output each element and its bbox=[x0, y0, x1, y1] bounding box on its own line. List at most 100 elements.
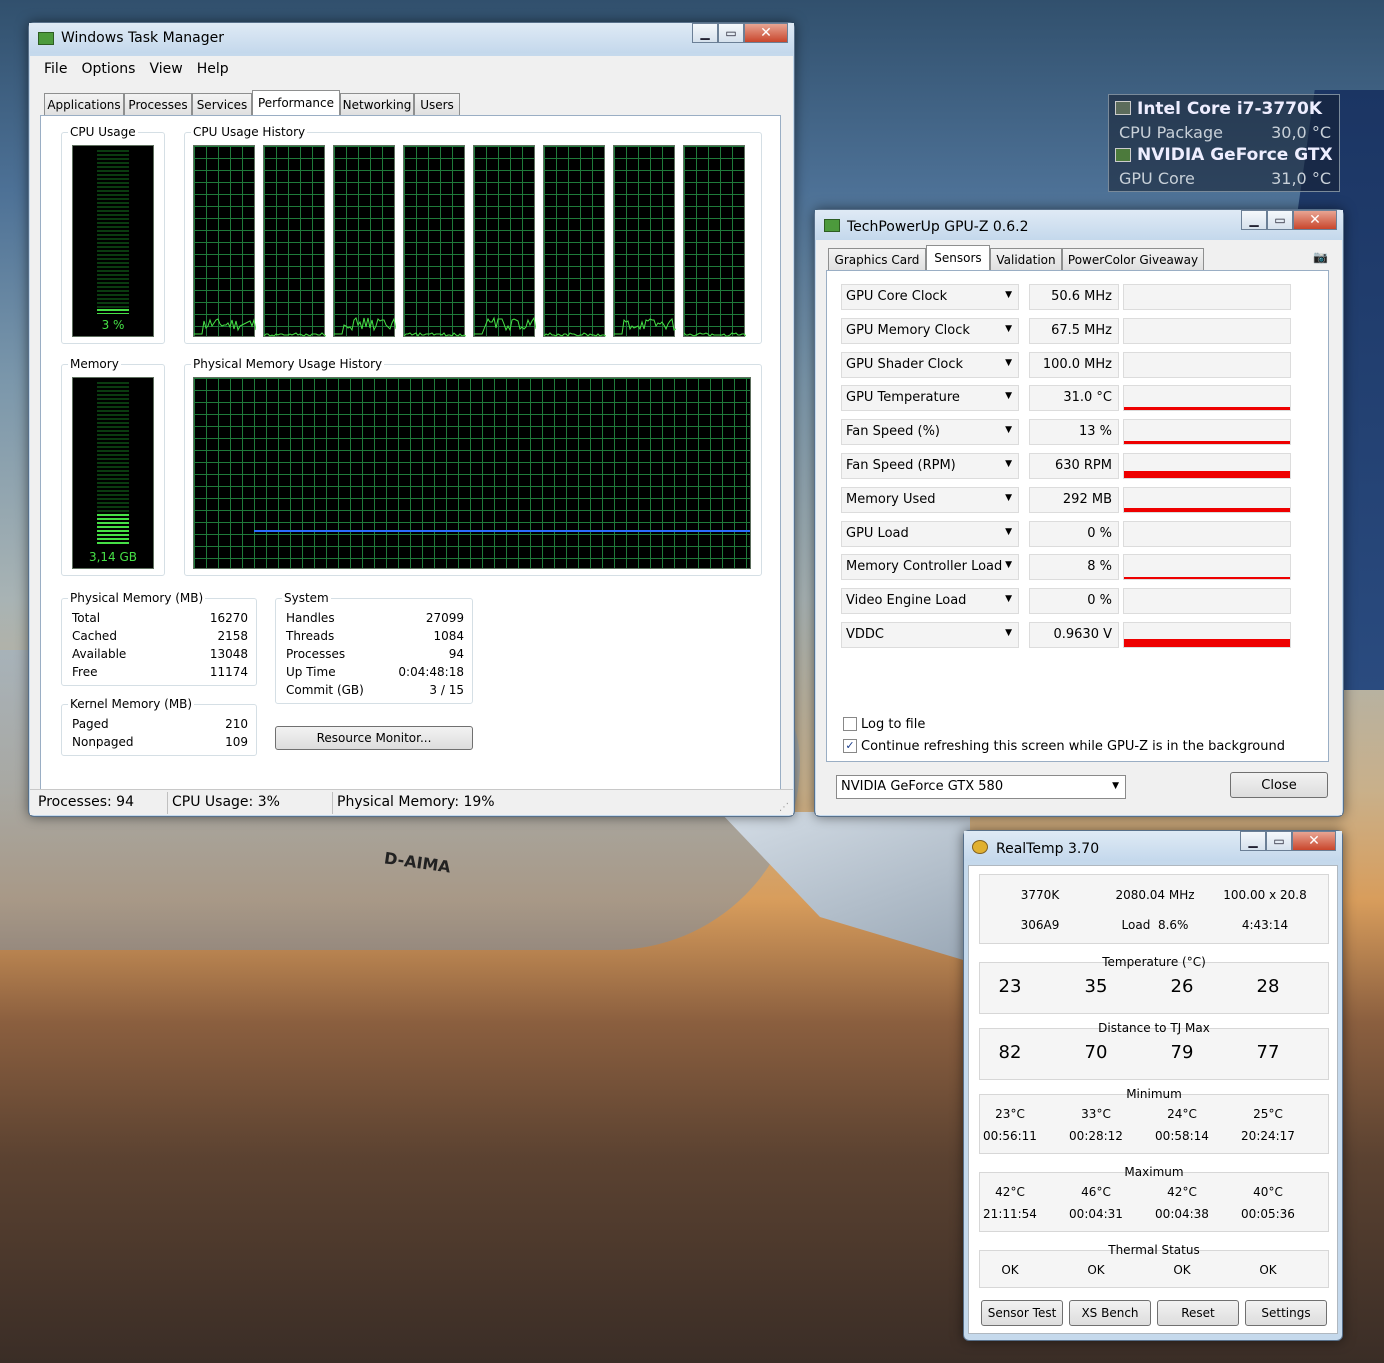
cpu-core-history-line bbox=[544, 332, 606, 337]
sensor-name: GPU Shader Clock bbox=[846, 356, 964, 372]
realtemp-minimize-button[interactable]: ▁ bbox=[1240, 831, 1266, 851]
maximize-icon: ▭ bbox=[1273, 834, 1285, 848]
sensor-value: 100.0 MHz bbox=[1029, 351, 1119, 378]
physical-memory-value: 13048 bbox=[209, 647, 248, 661]
sensor-name-dropdown[interactable]: Video Engine Load ▼ bbox=[841, 588, 1019, 615]
system-row: Processes 94 bbox=[286, 647, 464, 661]
gpuz-maximize-button[interactable]: ▭ bbox=[1267, 210, 1293, 230]
sensor-graph bbox=[1123, 317, 1291, 344]
sensor-graph bbox=[1123, 588, 1291, 615]
reset-button[interactable]: Reset bbox=[1157, 1300, 1239, 1326]
gpuz-close-button[interactable]: ✕ bbox=[1293, 210, 1337, 230]
log-to-file-label: Log to file bbox=[861, 717, 926, 732]
cpu-usage-value: 3 % bbox=[101, 318, 125, 332]
sensor-name-dropdown[interactable]: GPU Core Clock ▼ bbox=[841, 284, 1019, 310]
realtemp-close-button[interactable]: ✕ bbox=[1292, 831, 1336, 851]
sensor-name: VDDC bbox=[846, 627, 884, 642]
sensor-row: GPU Shader Clock ▼ 100.0 MHz bbox=[841, 351, 1301, 378]
realtemp-maximize-button[interactable]: ▭ bbox=[1266, 831, 1292, 851]
menu-file[interactable]: File bbox=[44, 61, 67, 77]
dropdown-arrow-icon: ▼ bbox=[1005, 560, 1012, 571]
cpu-core-graph bbox=[613, 145, 676, 337]
sensor-test-button[interactable]: Sensor Test bbox=[981, 1300, 1063, 1326]
realtemp-icon bbox=[972, 840, 988, 854]
physical-memory-row: Total 16270 bbox=[72, 611, 248, 625]
cpu-model: 3770K bbox=[1020, 888, 1060, 902]
memory-history-line bbox=[254, 530, 750, 532]
gpuz-minimize-button[interactable]: ▁ bbox=[1241, 210, 1267, 230]
physical-memory-history-group: Physical Memory Usage History bbox=[184, 357, 762, 576]
sensor-name-dropdown[interactable]: VDDC ▼ bbox=[841, 622, 1019, 648]
gpuz-titlebar[interactable]: TechPowerUp GPU-Z 0.6.2 ▁ ▭ ✕ bbox=[815, 210, 1343, 240]
menu-help[interactable]: Help bbox=[197, 61, 229, 77]
sensor-name-dropdown[interactable]: Memory Used ▼ bbox=[841, 486, 1019, 513]
sensor-row: GPU Core Clock ▼ 50.6 MHz bbox=[841, 284, 1301, 310]
tab-users[interactable]: Users bbox=[414, 93, 460, 115]
sensor-name-dropdown[interactable]: Memory Controller Load ▼ bbox=[841, 554, 1019, 581]
dropdown-arrow-icon: ▼ bbox=[1112, 781, 1119, 791]
cpu-core-line bbox=[334, 317, 396, 335]
close-button[interactable]: ✕ bbox=[744, 23, 788, 43]
realtemp-titlebar[interactable]: RealTemp 3.70 ▁ ▭ ✕ bbox=[964, 831, 1342, 861]
tab-graphics-card[interactable]: Graphics Card bbox=[828, 248, 926, 270]
camera-icon[interactable]: 📷 bbox=[1313, 250, 1328, 264]
tab-networking[interactable]: Networking bbox=[340, 93, 414, 115]
sensor-name-dropdown[interactable]: Fan Speed (RPM) ▼ bbox=[841, 453, 1019, 479]
sensor-graph bbox=[1123, 554, 1291, 581]
continue-refresh-checkbox[interactable]: ✓ bbox=[843, 739, 857, 753]
tab-services[interactable]: Services bbox=[192, 93, 252, 115]
tab-performance[interactable]: Performance bbox=[252, 90, 340, 115]
resize-grip-icon[interactable]: ⋰ bbox=[779, 802, 789, 813]
tab-validation[interactable]: Validation bbox=[990, 248, 1062, 270]
menu-options[interactable]: Options bbox=[81, 61, 135, 77]
cpu-core-graph bbox=[333, 145, 396, 337]
tab-applications[interactable]: Applications bbox=[44, 93, 124, 115]
core-temperature: 28 bbox=[1256, 976, 1280, 997]
maximize-icon: ▭ bbox=[1274, 213, 1286, 227]
tj-max-box: Distance to TJ Max 82 70 79 77 bbox=[979, 1021, 1329, 1080]
gpuz-close-dialog-button[interactable]: Close bbox=[1230, 772, 1328, 798]
sensor-graph-bar bbox=[1124, 471, 1290, 478]
realtemp-window: RealTemp 3.70 ▁ ▭ ✕ 3770K 2080.04 MHz 10… bbox=[963, 830, 1343, 1341]
core-tj-distance: 79 bbox=[1170, 1042, 1194, 1063]
maximize-button[interactable]: ▭ bbox=[718, 23, 744, 43]
kernel-memory-value: 109 bbox=[225, 735, 248, 749]
tab-processes[interactable]: Processes bbox=[124, 93, 192, 115]
log-to-file-checkbox[interactable] bbox=[843, 717, 857, 731]
sensor-name-dropdown[interactable]: GPU Memory Clock ▼ bbox=[841, 317, 1019, 344]
system-label: System bbox=[282, 591, 331, 605]
sensor-name: GPU Load bbox=[846, 525, 909, 541]
minimum-label: Minimum bbox=[1126, 1087, 1182, 1101]
sensor-name-dropdown[interactable]: GPU Load ▼ bbox=[841, 520, 1019, 547]
sensor-name-dropdown[interactable]: GPU Shader Clock ▼ bbox=[841, 351, 1019, 378]
sensor-value: 50.6 MHz bbox=[1029, 284, 1119, 310]
settings-button[interactable]: Settings bbox=[1245, 1300, 1327, 1326]
gpu-select[interactable]: NVIDIA GeForce GTX 580 ▼ bbox=[836, 775, 1126, 799]
kernel-memory-label: Nonpaged bbox=[72, 735, 134, 749]
sensor-graph-bar bbox=[1124, 441, 1290, 445]
realtemp-info-box: 3770K 2080.04 MHz 100.00 x 20.8 306A9 Lo… bbox=[979, 874, 1329, 944]
xs-bench-button[interactable]: XS Bench bbox=[1069, 1300, 1151, 1326]
minimize-button[interactable]: ▁ bbox=[692, 23, 718, 43]
sensor-value: 8 % bbox=[1029, 554, 1119, 581]
status-cpu: CPU Usage: 3% bbox=[172, 794, 280, 810]
cpu-core-history-line bbox=[474, 316, 536, 335]
resource-monitor-button[interactable]: Resource Monitor... bbox=[275, 726, 473, 750]
tab-powercolor-giveaway[interactable]: PowerColor Giveaway bbox=[1062, 248, 1204, 270]
sensor-name-dropdown[interactable]: Fan Speed (%) ▼ bbox=[841, 419, 1019, 446]
menu-view[interactable]: View bbox=[149, 61, 182, 77]
sensor-name-dropdown[interactable]: GPU Temperature ▼ bbox=[841, 385, 1019, 412]
kernel-memory-value: 210 bbox=[225, 717, 248, 731]
core-max-time: 00:04:38 bbox=[1155, 1207, 1209, 1221]
sensor-graph-bar bbox=[1124, 407, 1290, 411]
sensor-row: Video Engine Load ▼ 0 % bbox=[841, 588, 1301, 615]
tab-sensors[interactable]: Sensors bbox=[926, 245, 990, 270]
physical-memory-label: Total bbox=[72, 611, 101, 625]
task-manager-titlebar[interactable]: Windows Task Manager ▁ ▭ ✕ bbox=[29, 23, 794, 53]
cpu-load: Load 8.6% bbox=[1121, 918, 1189, 932]
gpuz-icon bbox=[824, 219, 840, 232]
core-tj-distance: 70 bbox=[1084, 1042, 1108, 1063]
core-tj-distance: 82 bbox=[998, 1042, 1022, 1063]
kernel-memory-row: Nonpaged 109 bbox=[72, 735, 248, 749]
desktop-sensor-gadget: Intel Core i7-3770K CPU Package 30,0 °C … bbox=[1108, 94, 1340, 192]
